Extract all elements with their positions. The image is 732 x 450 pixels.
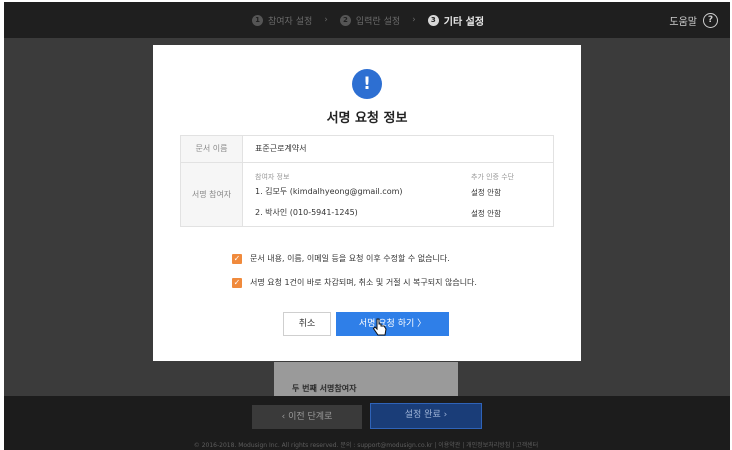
- top-bar: 1 참여자 설정 › 2 입력란 설정 › 3 기타 설정 도움말 ?: [4, 2, 730, 38]
- checkbox-checked-icon[interactable]: ✓: [232, 277, 242, 288]
- auth-header: 추가 인증 수단: [471, 173, 515, 181]
- cancel-button[interactable]: 취소: [283, 312, 331, 336]
- help-button[interactable]: 도움말 ?: [669, 2, 718, 38]
- participants-row: 서명 참여자 참여자 정보 추가 인증 수단 1. 김모두 (kimdalhye…: [181, 163, 553, 226]
- document-name-value: 표준근로계약서: [255, 144, 307, 153]
- checkbox-checked-icon[interactable]: ✓: [232, 253, 242, 264]
- step-1[interactable]: 1 참여자 설정: [252, 14, 312, 27]
- background-participant-label: 두 번째 서명참여자: [292, 384, 357, 393]
- step-2[interactable]: 2 입력란 설정: [339, 14, 401, 27]
- step-3[interactable]: 3 기타 설정: [427, 13, 485, 28]
- participant-2-auth: 설정 안함: [471, 209, 501, 218]
- hand-cursor-icon: [372, 318, 387, 336]
- step-3-number: 3: [427, 14, 439, 26]
- step-3-label: 기타 설정: [443, 16, 485, 28]
- alert-icon: !: [352, 69, 382, 99]
- confirm-checkbox-1[interactable]: ✓ 문서 내용, 이름, 이메일 등을 요청 이후 수정할 수 없습니다.: [232, 253, 450, 264]
- document-name-row: 문서 이름 표준근로계약서: [181, 136, 553, 163]
- step-1-label: 참여자 설정: [268, 16, 313, 27]
- footer-text: © 2016-2018. Modusign Inc. All rights re…: [193, 442, 539, 449]
- participant-1-auth: 설정 안함: [471, 188, 501, 197]
- chevron-right-icon: ›: [412, 15, 416, 25]
- participant-2-name: 2. 박사인 (010-5941-1245): [255, 208, 358, 217]
- chevron-right-icon: ›: [324, 15, 328, 25]
- modal-title: 서명 요청 정보: [326, 111, 408, 126]
- step-indicator: 1 참여자 설정 › 2 입력란 설정 › 3 기타 설정: [252, 2, 484, 38]
- help-label: 도움말: [669, 16, 697, 28]
- step-2-label: 입력란 설정: [355, 16, 401, 27]
- request-signature-button[interactable]: 서명 요청 하기 〉: [336, 312, 449, 336]
- finish-setup-button[interactable]: 설정 완료 ›: [370, 403, 482, 429]
- step-2-number: 2: [339, 14, 351, 26]
- previous-step-button[interactable]: ‹ 이전 단계로: [252, 405, 362, 429]
- participant-1-name: 1. 김모두 (kimdalhyeong@gmail.com): [255, 187, 403, 196]
- confirm-checkbox-2[interactable]: ✓ 서명 요청 1건이 바로 차감되며, 취소 및 거절 시 복구되지 않습니다…: [232, 277, 477, 288]
- signature-request-modal: ! 서명 요청 정보 문서 이름 표준근로계약서 서명 참여자 참여자 정보 추…: [153, 45, 581, 361]
- step-1-number: 1: [252, 14, 263, 26]
- participants-header: 참여자 정보: [255, 173, 290, 181]
- request-info-table: 문서 이름 표준근로계약서 서명 참여자 참여자 정보 추가 인증 수단 1. …: [180, 135, 554, 227]
- confirm-text-1: 문서 내용, 이름, 이메일 등을 요청 이후 수정할 수 없습니다.: [250, 254, 450, 263]
- document-name-label: 문서 이름: [181, 136, 243, 162]
- participants-label: 서명 참여자: [181, 163, 243, 226]
- confirm-text-2: 서명 요청 1건이 바로 차감되며, 취소 및 거절 시 복구되지 않습니다.: [250, 278, 477, 287]
- help-icon: ?: [703, 12, 718, 28]
